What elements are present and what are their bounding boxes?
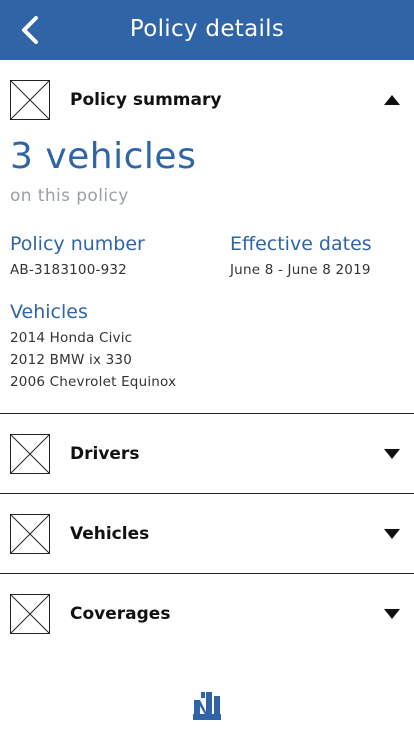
caret-down-icon: [384, 609, 400, 619]
effective-dates-value: June 8 - June 8 2019: [230, 262, 371, 278]
section-label: Policy summary: [70, 90, 222, 110]
image-placeholder-icon: [10, 514, 50, 554]
image-placeholder-icon: [10, 594, 50, 634]
vehicle-count-subtitle: on this policy: [10, 186, 129, 206]
page-title: Policy details: [129, 16, 285, 42]
section-header-vehicles[interactable]: Vehicles: [0, 494, 414, 574]
image-placeholder-icon: [10, 80, 50, 120]
policy-number-label: Policy number: [10, 233, 145, 255]
section-header-drivers[interactable]: Drivers: [0, 414, 414, 494]
vehicles-label: Vehicles: [10, 301, 88, 323]
app-header: Policy details: [0, 0, 414, 60]
section-header-policy-summary[interactable]: Policy summary: [0, 60, 414, 140]
company-logo: [193, 692, 221, 720]
vehicle-item: 2014 Honda Civic: [10, 330, 133, 346]
vehicle-count: 3 vehicles: [10, 136, 197, 177]
section-header-coverages[interactable]: Coverages: [0, 574, 414, 654]
vehicle-item: 2012 BMW ix 330: [10, 352, 132, 368]
caret-down-icon: [384, 449, 400, 459]
section-label: Drivers: [70, 444, 140, 464]
caret-up-icon: [384, 95, 400, 105]
vehicle-item: 2006 Chevrolet Equinox: [10, 374, 177, 390]
caret-down-icon: [384, 529, 400, 539]
section-label: Coverages: [70, 604, 171, 624]
policy-number-value: AB-3183100-932: [10, 262, 127, 278]
section-label: Vehicles: [70, 524, 150, 544]
image-placeholder-icon: [10, 434, 50, 474]
effective-dates-label: Effective dates: [230, 233, 372, 255]
